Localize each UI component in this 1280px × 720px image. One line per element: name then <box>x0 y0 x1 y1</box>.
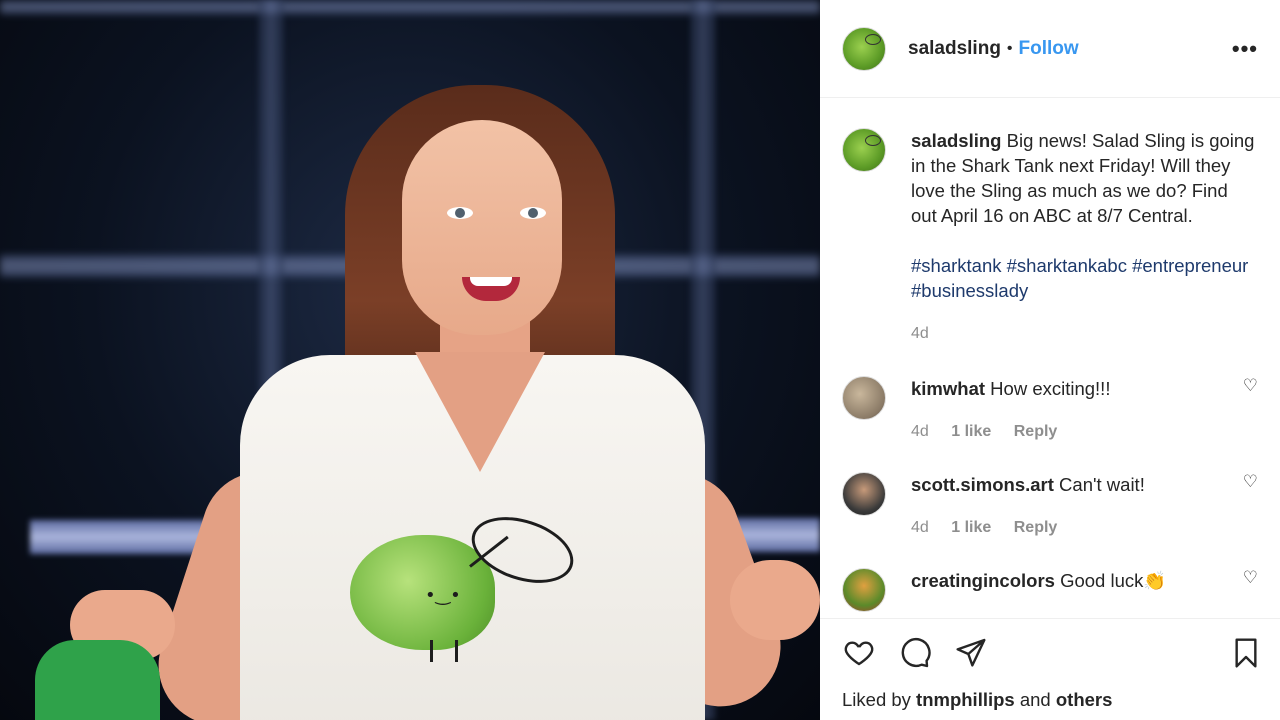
reply-button[interactable]: Reply <box>1014 519 1058 536</box>
caption-avatar[interactable] <box>842 128 886 172</box>
person-eye <box>447 207 473 219</box>
header-separator: • <box>1006 39 1013 57</box>
caption-hashtags[interactable]: #sharktank #sharktankabc #entrepreneur #… <box>911 253 1258 303</box>
shirt-vneck <box>415 352 545 472</box>
comment-avatar[interactable] <box>842 472 886 516</box>
liked-by-user[interactable]: tnmphillips <box>916 689 1015 710</box>
comment-icon[interactable] <box>898 636 932 668</box>
reply-button[interactable]: Reply <box>1014 423 1058 440</box>
caption-timestamp: 4d <box>911 325 929 342</box>
post-header: saladsling • Follow ••• <box>820 0 1280 98</box>
liked-by-and: and <box>1019 689 1051 710</box>
comment-timestamp: 4d <box>911 423 929 440</box>
comment-meta: 4d 1 like Reply <box>911 515 1258 540</box>
profile-avatar[interactable] <box>842 26 886 71</box>
person-eye <box>520 207 546 219</box>
person-face <box>402 120 562 335</box>
comment-text: How exciting!!! <box>990 378 1111 399</box>
comment-username[interactable]: creatingincolors <box>911 570 1055 591</box>
post-side-panel: saladsling • Follow ••• saladsling Big n… <box>820 0 1280 720</box>
comment-item: kimwhat How exciting!!! 4d 1 like Reply … <box>842 376 1258 444</box>
comment-timestamp: 4d <box>911 519 929 536</box>
comment-item: scott.simons.art Can't wait! 4d 1 like R… <box>842 472 1258 540</box>
more-icon[interactable]: ••• <box>1232 36 1258 62</box>
liked-by-summary: Liked by tnmphillips and others <box>842 689 1258 711</box>
heart-icon[interactable]: ♡ <box>1243 376 1258 396</box>
comment-text: Can't wait! <box>1059 474 1145 495</box>
liked-by-others[interactable]: others <box>1056 689 1113 710</box>
follow-button[interactable]: Follow <box>1019 38 1079 60</box>
comment-avatar[interactable] <box>842 568 886 612</box>
mascot-leg <box>430 640 433 662</box>
lettuce-mascot-graphic <box>350 535 495 650</box>
caption-meta: 4d <box>911 321 1258 346</box>
comments-section[interactable]: saladsling Big news! Salad Sling is goin… <box>820 98 1280 618</box>
comment-username[interactable]: kimwhat <box>911 378 985 399</box>
caption: saladsling Big news! Salad Sling is goin… <box>842 128 1258 346</box>
bookmark-icon[interactable] <box>1230 635 1262 671</box>
comment-text: Good luck👏 <box>1060 570 1167 591</box>
caption-username[interactable]: saladsling <box>911 130 1001 151</box>
header-username[interactable]: saladsling <box>908 38 1001 60</box>
comment-item: creatingincolors Good luck👏 ♡ <box>842 568 1258 612</box>
mascot-leg <box>455 640 458 662</box>
comment-meta: 4d 1 like Reply <box>911 419 1258 444</box>
comment-likes[interactable]: 1 like <box>951 519 991 536</box>
heart-icon[interactable] <box>842 636 876 668</box>
comment-likes[interactable]: 1 like <box>951 423 991 440</box>
mascot-face: •‿• <box>425 585 461 606</box>
share-icon[interactable] <box>954 636 988 668</box>
post-photo[interactable]: •‿• <box>0 0 820 720</box>
instagram-post-view: •‿• saladsling • Follow ••• saladsling B… <box>0 0 1280 720</box>
green-cloth <box>35 640 160 720</box>
heart-icon[interactable]: ♡ <box>1243 472 1258 492</box>
comment-avatar[interactable] <box>842 376 886 420</box>
person-right-hand <box>730 560 820 640</box>
comment-username[interactable]: scott.simons.art <box>911 474 1054 495</box>
heart-icon[interactable]: ♡ <box>1243 568 1258 588</box>
liked-by-prefix: Liked by <box>842 689 911 710</box>
post-actions: Liked by tnmphillips and others <box>820 618 1280 720</box>
